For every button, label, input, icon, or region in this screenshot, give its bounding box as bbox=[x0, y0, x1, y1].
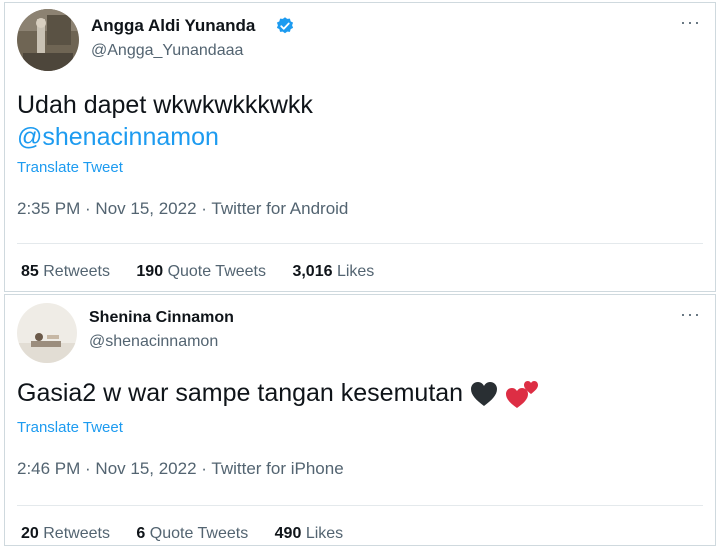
translate-tweet-link[interactable]: Translate Tweet bbox=[17, 159, 123, 176]
black-heart-icon bbox=[471, 382, 498, 407]
quote-tweets-count: 6 bbox=[136, 525, 146, 542]
meta-separator: · bbox=[196, 199, 212, 218]
divider bbox=[17, 243, 703, 244]
likes-label: Likes bbox=[336, 263, 375, 280]
retweets-count: 85 bbox=[21, 263, 39, 280]
display-name[interactable]: Shenina Cinnamon bbox=[89, 309, 234, 327]
meta-separator: · bbox=[80, 459, 96, 478]
likes-label: Likes bbox=[305, 525, 344, 542]
tweet-card[interactable]: Angga Aldi Yunanda @Angga_Yunandaaa ··· … bbox=[4, 2, 716, 292]
likes-stat[interactable]: 490 Likes bbox=[275, 525, 344, 543]
retweets-stat[interactable]: 20 Retweets bbox=[21, 525, 110, 543]
tweet-time[interactable]: 2:35 PM bbox=[17, 199, 80, 218]
translate-tweet-link[interactable]: Translate Tweet bbox=[17, 419, 123, 436]
quote-tweets-count: 190 bbox=[136, 263, 164, 280]
tweet-card[interactable]: Shenina Cinnamon @shenacinnamon ··· Gasi… bbox=[4, 294, 716, 546]
engagement-stats: 20 Retweets 6 Quote Tweets 490 Likes bbox=[21, 525, 365, 543]
tweet-meta: 2:35 PM · Nov 15, 2022 · Twitter for And… bbox=[17, 199, 348, 219]
meta-separator: · bbox=[196, 459, 212, 478]
likes-count: 3,016 bbox=[292, 263, 333, 280]
tweet-text: Gasia2 w war sampe tangan kesemutan bbox=[17, 377, 539, 410]
tweet-source[interactable]: Twitter for iPhone bbox=[211, 459, 343, 478]
tweet-date[interactable]: Nov 15, 2022 bbox=[95, 199, 196, 218]
retweets-count: 20 bbox=[21, 525, 39, 542]
mention-link[interactable]: @shenacinnamon bbox=[17, 121, 219, 153]
user-handle[interactable]: @Angga_Yunandaaa bbox=[91, 42, 243, 60]
quote-tweets-stat[interactable]: 190 Quote Tweets bbox=[136, 263, 266, 281]
retweets-label: Retweets bbox=[43, 525, 110, 542]
tweet-date[interactable]: Nov 15, 2022 bbox=[95, 459, 196, 478]
engagement-stats: 85 Retweets 190 Quote Tweets 3,016 Likes bbox=[21, 263, 396, 281]
more-options-icon[interactable]: ··· bbox=[680, 305, 701, 323]
avatar[interactable] bbox=[17, 9, 79, 71]
more-options-icon[interactable]: ··· bbox=[680, 13, 701, 31]
tweet-source[interactable]: Twitter for Android bbox=[211, 199, 348, 218]
likes-stat[interactable]: 3,016 Likes bbox=[292, 263, 374, 281]
user-handle[interactable]: @shenacinnamon bbox=[89, 333, 218, 351]
retweets-stat[interactable]: 85 Retweets bbox=[21, 263, 110, 281]
tweet-text: Udah dapet wkwkwkkkwkk bbox=[17, 91, 313, 119]
avatar-photo bbox=[17, 303, 77, 363]
meta-separator: · bbox=[80, 199, 96, 218]
divider bbox=[17, 505, 703, 506]
quote-tweets-label: Quote Tweets bbox=[167, 263, 266, 280]
quote-tweets-stat[interactable]: 6 Quote Tweets bbox=[136, 525, 248, 543]
two-hearts-icon bbox=[505, 381, 538, 409]
display-name[interactable]: Angga Aldi Yunanda bbox=[91, 16, 255, 36]
tweet-time[interactable]: 2:46 PM bbox=[17, 459, 80, 478]
retweets-label: Retweets bbox=[43, 263, 110, 280]
avatar-photo bbox=[17, 9, 79, 71]
verified-badge-icon bbox=[276, 17, 294, 34]
quote-tweets-label: Quote Tweets bbox=[149, 525, 249, 542]
avatar[interactable] bbox=[17, 303, 77, 363]
likes-count: 490 bbox=[274, 525, 302, 542]
tweet-text-content: Gasia2 w war sampe tangan kesemutan bbox=[17, 379, 464, 407]
tweet-meta: 2:46 PM · Nov 15, 2022 · Twitter for iPh… bbox=[17, 459, 344, 479]
